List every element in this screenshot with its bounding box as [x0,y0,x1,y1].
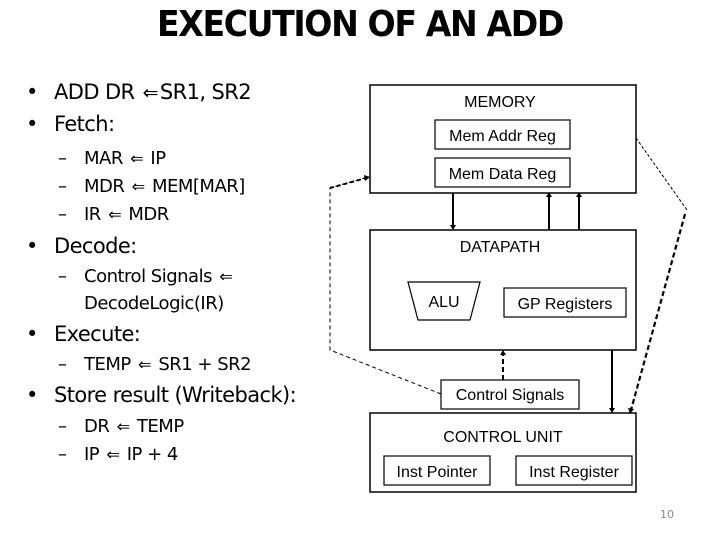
datapath-label: DATAPATH [460,239,541,256]
mem-addr-reg-label: Mem Addr Reg [449,128,556,145]
alu-label: ALU [428,294,459,311]
memory-to-control-unit-dashed-line [629,213,687,411]
inst-register-label: Inst Register [529,464,619,481]
memory-to-control-unit-thin-path [635,137,688,211]
arrowhead-icon [364,175,370,181]
control-unit-label: CONTROL UNIT [443,429,563,446]
gp-registers-label: GP Registers [518,296,613,313]
cpu-block-diagram: MEMORY Mem Addr Reg Mem Data Reg DATAPAT… [329,84,688,493]
mem-data-reg-label: Mem Data Reg [449,166,557,183]
page-number: 10 [660,508,674,521]
inst-pointer-label: Inst Pointer [397,464,479,481]
memory-label: MEMORY [464,94,536,111]
control-signals-label: Control Signals [456,387,565,404]
